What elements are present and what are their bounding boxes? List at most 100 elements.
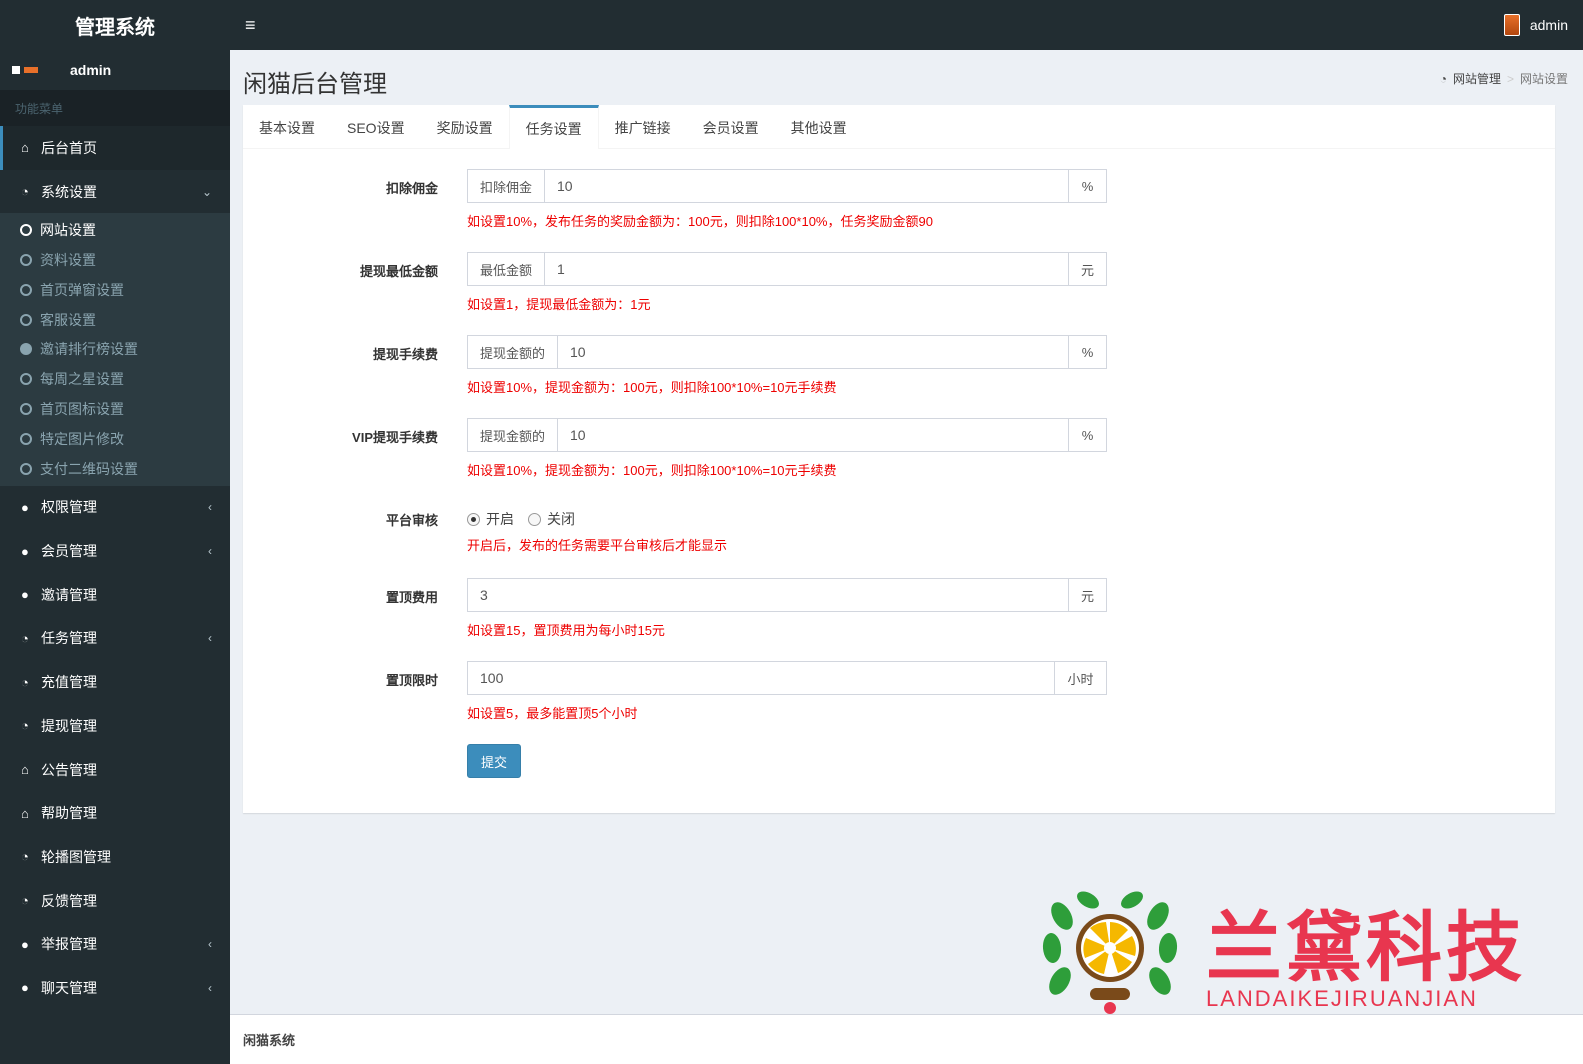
help-text: 开启后，发布的任务需要平台审核后才能显示 [467,538,728,553]
withdraw-fee-input[interactable] [558,336,1068,368]
circle-icon [20,373,32,386]
vip-withdraw-fee-input-group: 提现金额的 % [467,418,1107,452]
sidebar-item-permissions[interactable]: ● 权限管理 ‹ [0,486,230,530]
breadcrumb-current: 网站设置 [1519,72,1568,86]
circle-icon [20,462,32,475]
sidebar-item-carousel[interactable]: ◔ 轮播图管理 [0,835,230,879]
sidebar-item-feedback[interactable]: ◔ 反馈管理 [0,879,230,923]
sidebar-item-help[interactable]: ⌂ 帮助管理 [0,791,230,835]
sidebar-subitem-profile-settings[interactable]: 资料设置 [0,245,230,275]
chevron-left-icon: ‹ [208,631,212,646]
audit-radio-group: 开启 关闭 [467,509,575,529]
sidebar-subitem-popup-settings[interactable]: 首页弹窗设置 [0,275,230,305]
tab-basic[interactable]: 基本设置 [243,105,331,148]
tab-promo-link[interactable]: 推广链接 [599,105,687,148]
help-text: 如设置10%，提现金额为：100元，则扣除100*10%=10元手续费 [467,380,837,395]
avatar [1503,14,1520,36]
sidebar-subitem-label: 网站设置 [40,222,96,239]
help-text: 如设置1，提现最低金额为：1元 [467,297,651,312]
sidebar-subitem-label: 客服设置 [40,311,96,328]
sidebar-item-chat[interactable]: ● 聊天管理 ‹ [0,966,230,1010]
circle-icon [20,224,32,237]
circle-icon [20,313,32,326]
watermark-emblem-icon [1042,891,1178,1014]
tab-reward[interactable]: 奖励设置 [421,105,509,148]
audit-on-radio[interactable]: 开启 [467,509,514,529]
sidebar-item-label: 反馈管理 [41,892,97,909]
input-suffix: 元 [1068,579,1106,611]
users-icon: ● [21,587,29,603]
user-menu[interactable]: admin [1503,14,1568,36]
dashboard-icon: ◔ [21,674,29,690]
tab-task[interactable]: 任务设置 [508,105,599,149]
input-suffix: % [1068,419,1106,451]
avatar [12,64,54,76]
top-limit-input-group: 小时 [467,661,1107,695]
top-limit-input[interactable] [468,662,1054,694]
tab-member[interactable]: 会员设置 [687,105,775,148]
sidebar-subitem-weekly-star-settings[interactable]: 每周之星设置 [0,364,230,394]
system-settings-submenu: 网站设置 资料设置 首页弹窗设置 客服设置 邀请排行榜设置 每周之星设置 首页图… [0,213,230,486]
sidebar-item-label: 后台首页 [41,139,97,156]
watermark-subtext: LANDAIKEJIRUANJIAN [1206,986,1478,1011]
sidebar-item-label: 权限管理 [41,499,97,516]
sidebar-subitem-icon-settings[interactable]: 首页图标设置 [0,394,230,424]
vip-withdraw-fee-input[interactable] [558,419,1068,451]
sidebar-item-invites[interactable]: ● 邀请管理 [0,573,230,617]
deduct-commission-input[interactable] [545,170,1068,202]
help-text: 如设置10%，发布任务的奖励金额为：100元，则扣除100*10%，任务奖励金额… [467,214,933,229]
sidebar-item-members[interactable]: ● 会员管理 ‹ [0,529,230,573]
sidebar-toggle-icon[interactable]: ≡ [245,15,256,36]
dashboard-icon: ◔ [21,849,29,865]
sidebar-item-label: 帮助管理 [41,805,97,822]
tab-other[interactable]: 其他设置 [775,105,863,148]
sidebar-item-label: 会员管理 [41,543,97,560]
sidebar-item-withdraw[interactable]: ◔ 提现管理 [0,704,230,748]
sidebar-subitem-label: 支付二维码设置 [40,460,138,477]
chevron-left-icon: ‹ [208,937,212,952]
home-icon: ⌂ [21,140,29,156]
footer-text: 闲猫系统 [243,1033,296,1048]
min-withdraw-input[interactable] [545,253,1068,285]
sidebar-item-label: 邀请管理 [41,586,97,603]
app-logo[interactable]: 管理系统 [0,0,230,50]
min-withdraw-input-group: 最低金额 元 [467,252,1107,286]
settings-tabs: 基本设置 SEO设置 奖励设置 任务设置 推广链接 会员设置 其他设置 [243,105,1555,149]
input-suffix: % [1068,336,1106,368]
submit-button[interactable]: 提交 [467,744,521,778]
sidebar-item-system-settings[interactable]: ◔ 系统设置 ⌄ [0,170,230,214]
sidebar-item-label: 任务管理 [41,630,97,647]
field-label: 置顶限时 [385,673,438,688]
breadcrumb-link[interactable]: 网站管理 [1453,70,1501,87]
dashboard-icon: ◔ [21,184,29,200]
sidebar-subitem-label: 首页弹窗设置 [40,281,124,298]
sidebar-item-label: 举报管理 [41,936,97,953]
sidebar-subitem-image-edit[interactable]: 特定图片修改 [0,424,230,454]
user-name: admin [1529,17,1568,33]
radio-label: 关闭 [547,511,575,527]
settings-panel: 基本设置 SEO设置 奖励设置 任务设置 推广链接 会员设置 其他设置 扣除佣金… [243,105,1555,813]
watermark-text: 兰黛科技 [1206,903,1526,992]
circle-icon [20,403,32,416]
sidebar-item-tasks[interactable]: ◔ 任务管理 ‹ [0,617,230,661]
sidebar-item-recharge[interactable]: ◔ 充值管理 [0,660,230,704]
sidebar-item-announcements[interactable]: ⌂ 公告管理 [0,748,230,792]
radio-unchecked-icon [528,512,541,526]
sidebar-subitem-invite-rank-settings[interactable]: 邀请排行榜设置 [0,335,230,365]
top-fee-input-group: 元 [467,578,1107,612]
sidebar-item-home[interactable]: ⌂ 后台首页 [0,126,230,170]
page-title: 闲猫后台管理 [243,71,387,98]
sidebar-subitem-service-settings[interactable]: 客服设置 [0,305,230,335]
sidebar-subitem-site-settings[interactable]: 网站设置 [0,215,230,245]
sidebar-user-name: admin [70,62,112,78]
audit-off-radio[interactable]: 关闭 [528,509,575,529]
user-panel: admin [0,50,230,90]
top-fee-input[interactable] [468,579,1068,611]
tab-seo[interactable]: SEO设置 [331,105,421,148]
sidebar-item-reports[interactable]: ● 举报管理 ‹ [0,922,230,966]
dashboard-icon: ◔ [1439,71,1447,86]
input-prefix: 最低金额 [468,253,546,285]
chevron-left-icon: ‹ [208,500,212,515]
sidebar-subitem-qrcode-settings[interactable]: 支付二维码设置 [0,454,230,484]
input-prefix: 提现金额的 [468,336,559,368]
